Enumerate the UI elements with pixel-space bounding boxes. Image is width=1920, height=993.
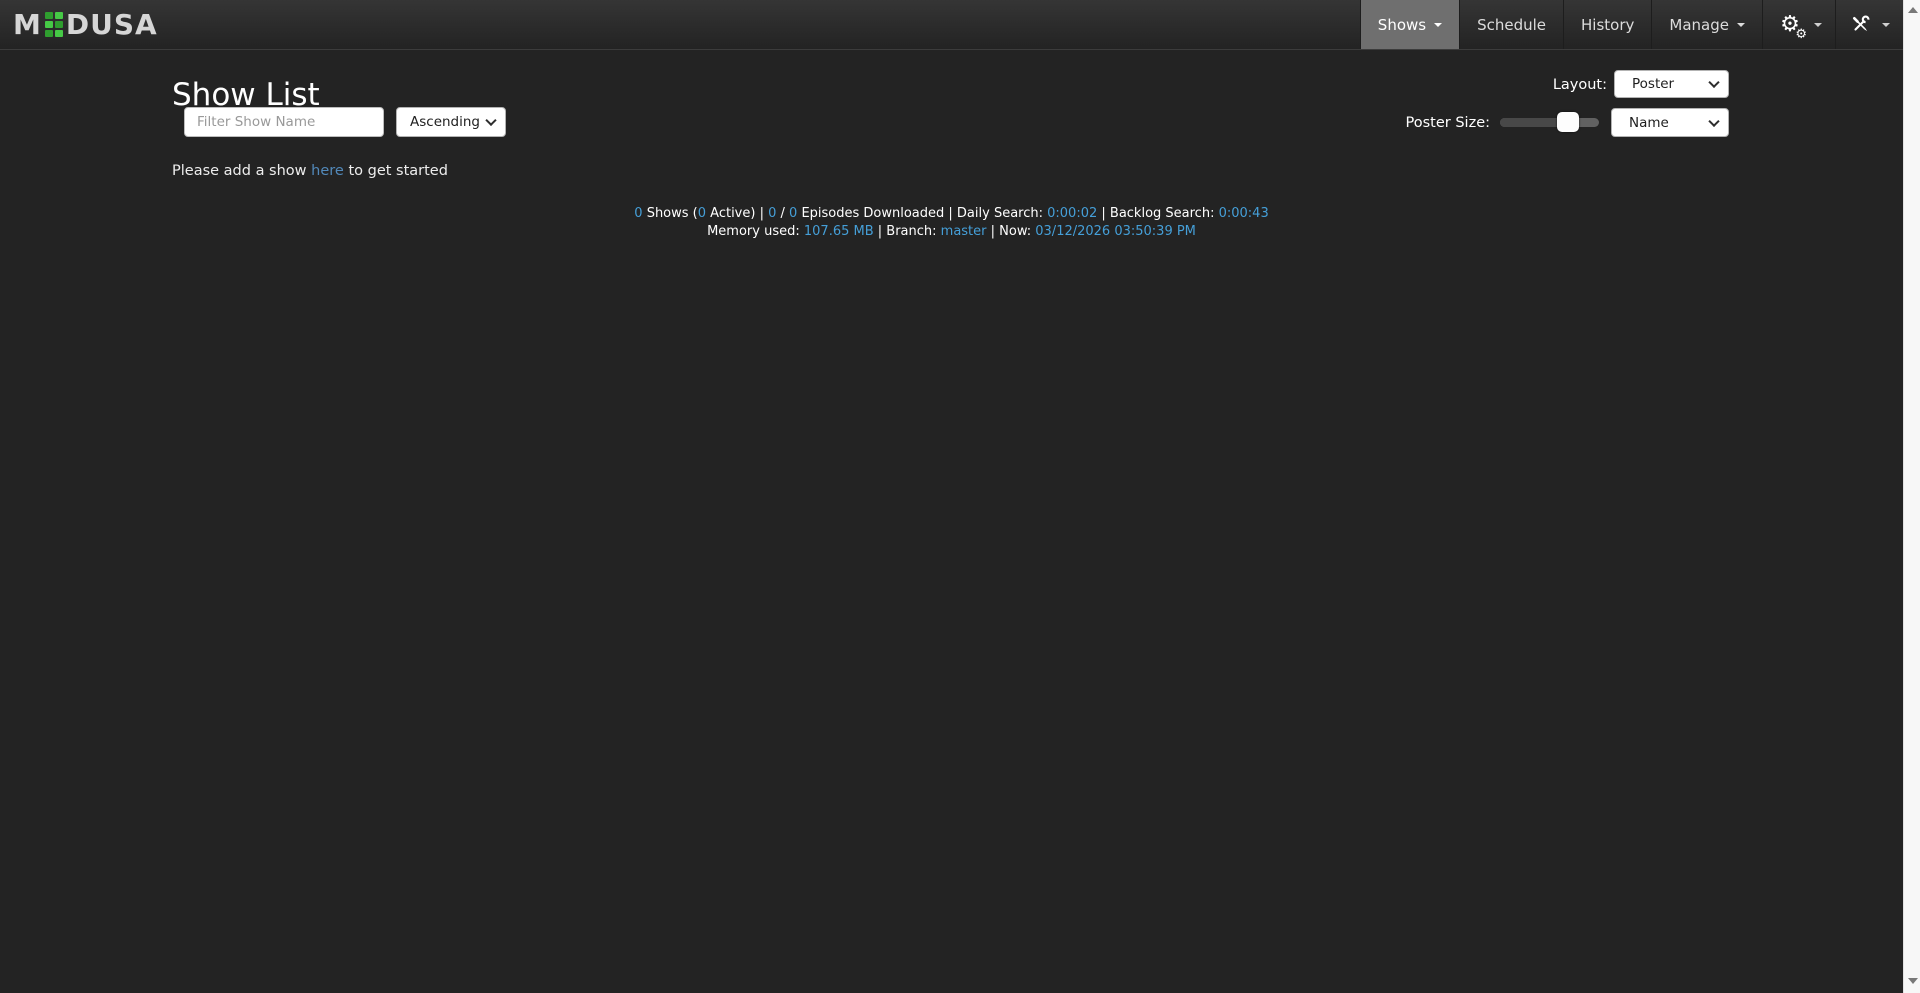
footer-link[interactable]: 0 — [634, 206, 642, 221]
footer-link[interactable]: 03/12/2026 03:50:39 PM — [1035, 224, 1196, 239]
caret-down-icon — [1882, 23, 1890, 27]
layout-select[interactable]: Poster — [1614, 70, 1729, 98]
footer-link[interactable]: 0:00:02 — [1047, 206, 1097, 221]
top-navbar: M DUSA Shows Schedule History Manage ⚙⚙ — [0, 0, 1903, 50]
filter-show-name-input[interactable] — [184, 107, 384, 137]
footer-link[interactable]: 0 — [698, 206, 706, 221]
sort-direction-value: Ascending — [410, 114, 480, 130]
medusa-logo[interactable]: M DUSA — [0, 0, 158, 49]
chevron-down-icon — [1708, 115, 1719, 126]
chevron-down-icon — [1708, 77, 1719, 88]
footer-text: | Now: — [987, 224, 1036, 239]
nav-item-tools[interactable] — [1835, 0, 1903, 49]
medusa-app: M DUSA Shows Schedule History Manage ⚙⚙ — [0, 0, 1920, 993]
footer-link[interactable]: 0:00:43 — [1219, 206, 1269, 221]
nav-item-config[interactable]: ⚙⚙ — [1762, 0, 1835, 49]
layout-value: Poster — [1632, 76, 1674, 92]
scroll-up-button[interactable] — [1904, 2, 1920, 18]
layout-label: Layout: — [1470, 77, 1607, 93]
scroll-down-button[interactable] — [1904, 973, 1920, 989]
empty-state-text: Please add a show — [172, 163, 311, 179]
footer-text: Episodes Downloaded | Daily Search: — [797, 206, 1047, 221]
nav-item-schedule[interactable]: Schedule — [1459, 0, 1563, 49]
scroll-down-icon — [1908, 978, 1918, 984]
sort-by-value: Name — [1629, 115, 1669, 131]
footer-link[interactable]: master — [941, 224, 987, 239]
vertical-scrollbar[interactable] — [1903, 0, 1920, 993]
empty-state-message: Please add a show here to get started — [172, 163, 448, 179]
footer-link[interactable]: 107.65 MB — [804, 224, 874, 239]
poster-size-slider[interactable] — [1500, 112, 1599, 132]
nav-item-manage[interactable]: Manage — [1651, 0, 1762, 49]
nav-item-history[interactable]: History — [1563, 0, 1651, 49]
slider-thumb[interactable] — [1557, 112, 1579, 132]
sort-direction-select[interactable]: Ascending — [396, 107, 506, 137]
footer-stats: 0 Shows (0 Active) | 0 / 0 Episodes Down… — [0, 205, 1903, 240]
nav-label: Shows — [1378, 16, 1426, 34]
nav-label: History — [1581, 16, 1634, 34]
footer-stats-line1: 0 Shows (0 Active) | 0 / 0 Episodes Down… — [0, 205, 1903, 223]
footer-stats-line2: Memory used: 107.65 MB | Branch: master … — [0, 223, 1903, 241]
scroll-up-icon — [1908, 7, 1918, 13]
logo-grid-icon — [45, 12, 63, 37]
caret-down-icon — [1737, 23, 1745, 27]
caret-down-icon — [1814, 23, 1822, 27]
add-show-link[interactable]: here — [311, 163, 344, 179]
nav-label: Manage — [1669, 16, 1729, 34]
gear-icon: ⚙⚙ — [1776, 14, 1804, 36]
poster-size-label: Poster Size: — [1360, 115, 1490, 131]
nav-label: Schedule — [1477, 16, 1546, 34]
empty-state-text: to get started — [344, 163, 448, 179]
slider-fill — [1500, 118, 1557, 127]
sort-by-select[interactable]: Name — [1611, 108, 1729, 137]
footer-text: Shows ( — [643, 206, 698, 221]
tools-icon — [1849, 13, 1872, 36]
footer-text: | Backlog Search: — [1097, 206, 1218, 221]
main-navigation: Shows Schedule History Manage ⚙⚙ — [1360, 0, 1903, 49]
chevron-down-icon — [485, 115, 496, 126]
footer-text: Active) | — [706, 206, 768, 221]
caret-down-icon — [1434, 23, 1442, 27]
gear-small-icon: ⚙ — [1795, 28, 1807, 41]
nav-item-shows[interactable]: Shows — [1360, 0, 1459, 49]
footer-text: | Branch: — [874, 224, 941, 239]
logo-text-pre: M — [13, 8, 42, 41]
logo-text-post: DUSA — [66, 8, 158, 41]
footer-text: / — [776, 206, 789, 221]
footer-text: Memory used: — [707, 224, 804, 239]
